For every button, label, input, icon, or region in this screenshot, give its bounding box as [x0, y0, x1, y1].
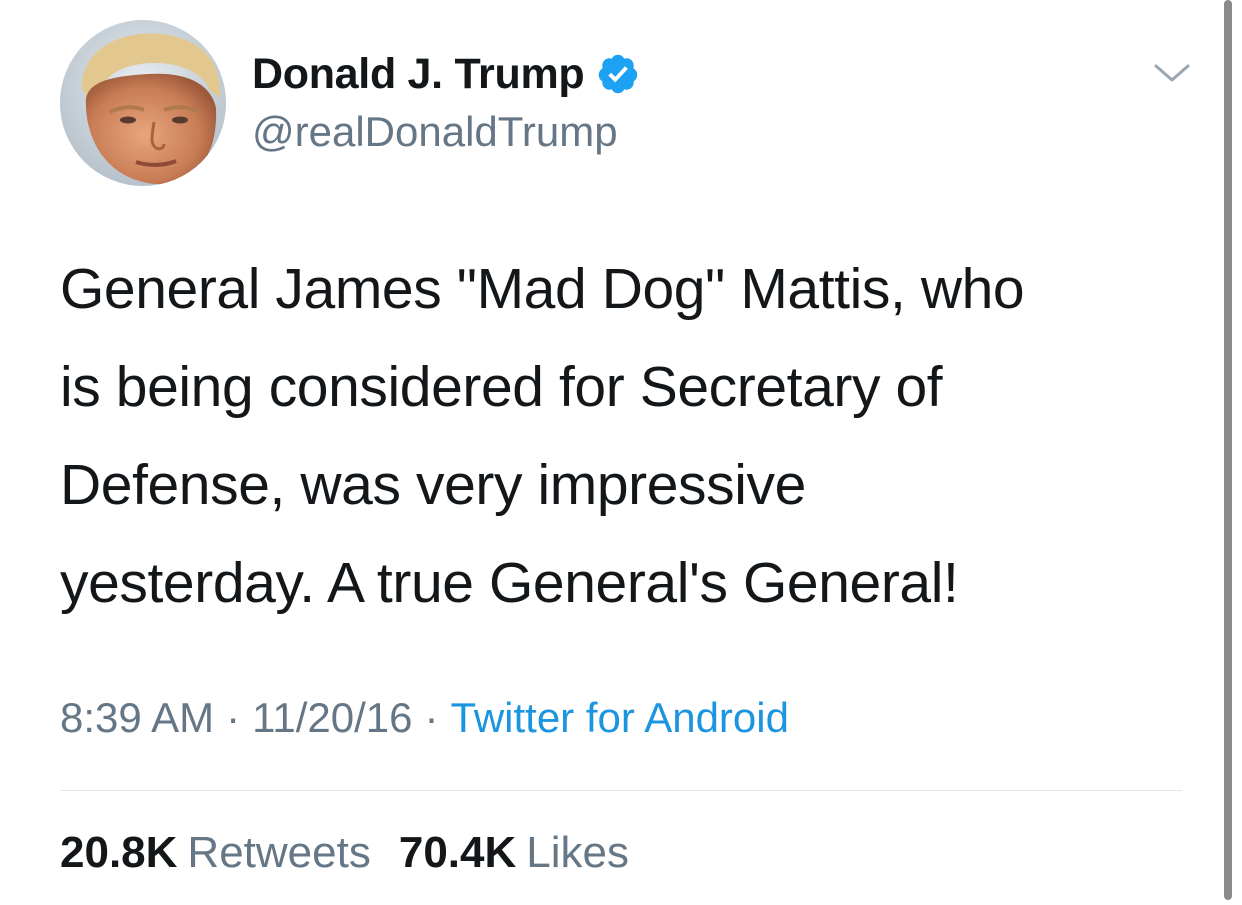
tweet-stats: 20.8K Retweets 70.4K Likes — [60, 828, 629, 878]
likes-label: Likes — [526, 828, 629, 877]
tweet-detail: Donald J. Trump @realDonaldTrump General… — [0, 0, 1242, 905]
meta-separator: · — [226, 694, 241, 741]
meta-separator: · — [424, 694, 439, 741]
chevron-down-icon[interactable] — [1152, 58, 1192, 86]
divider — [60, 790, 1182, 791]
author-name-row: Donald J. Trump — [252, 46, 640, 102]
author-handle[interactable]: @realDonaldTrump — [252, 108, 618, 156]
retweets-count: 20.8K — [60, 828, 178, 877]
tweet-text: General James "Mad Dog" Mattis, who is b… — [60, 257, 1025, 615]
author-display-name[interactable]: Donald J. Trump — [252, 50, 585, 99]
tweet-time[interactable]: 8:39 AM — [60, 694, 214, 741]
tweet-meta: 8:39 AM · 11/20/16 · Twitter for Android — [60, 694, 789, 742]
avatar[interactable] — [60, 20, 226, 186]
tweet-source-link[interactable]: Twitter for Android — [450, 694, 788, 741]
verified-badge-icon — [596, 52, 640, 96]
retweets-label: Retweets — [187, 828, 371, 877]
avatar-photo — [60, 20, 226, 186]
tweet-date[interactable]: 11/20/16 — [252, 694, 412, 741]
retweets-stat[interactable]: 20.8K Retweets — [60, 828, 371, 877]
likes-count: 70.4K — [398, 828, 517, 877]
likes-stat[interactable]: 70.4K Likes — [399, 828, 629, 877]
scrollbar[interactable] — [1224, 0, 1232, 900]
